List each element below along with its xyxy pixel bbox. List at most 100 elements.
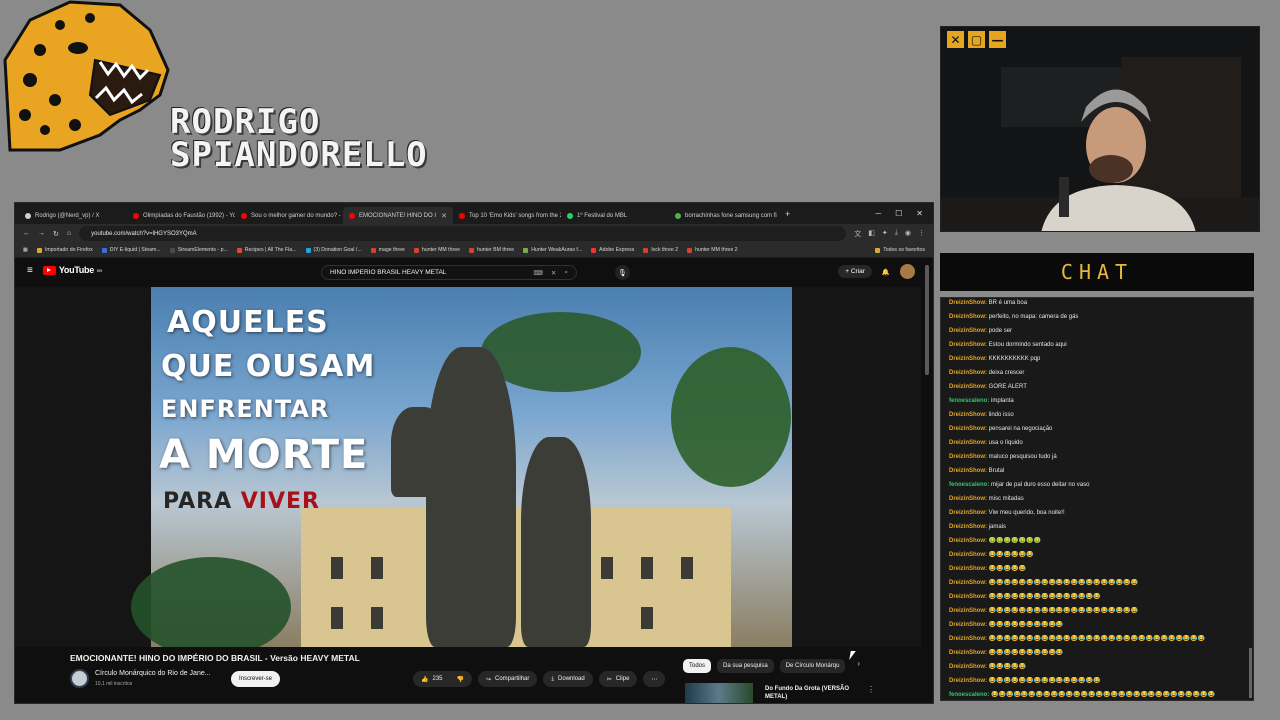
address-bar[interactable]: youtube.com/watch?v=lHGYSO3YQmA [79, 226, 847, 241]
recommended-video-thumbnail[interactable] [685, 683, 753, 703]
bookmark-label: hunter MM three [421, 247, 460, 253]
maximize-window-icon[interactable]: ☐ [895, 209, 902, 218]
bookmark-item[interactable]: StreamElements - p... [169, 247, 228, 253]
bookmark-item[interactable]: Adobe Express [591, 247, 634, 253]
more-actions-button[interactable]: ⋯ [643, 671, 666, 687]
chat-message: DreizinShow: 😂😂😂😂😂 [949, 565, 1245, 579]
translate-icon[interactable]: 文 [854, 229, 861, 239]
create-button[interactable]: + Criar [838, 265, 872, 278]
browser-tab[interactable]: 1º Festival do MBL [561, 207, 669, 224]
bookmark-item[interactable]: Recipes | All The Fla... [236, 247, 297, 253]
forward-icon[interactable]: → [38, 230, 45, 237]
youtube-icon [241, 212, 247, 219]
chip-all[interactable]: Todos [683, 659, 712, 673]
subscriber-count: 10,1 mil inscritos [95, 681, 133, 687]
chip-from-search[interactable]: Da sua pesquisa [717, 659, 774, 673]
chat-message: DreizinShow: 😂😂😂😂😂😂😂😂😂😂😂😂😂😂😂 [949, 593, 1245, 607]
chat-text: pensarei na negociação [987, 426, 1053, 432]
close-window-icon[interactable]: ✕ [916, 209, 923, 218]
youtube-play-icon [42, 265, 56, 275]
chat-message: DreizinShow: Estou dormindo sentado aqui [949, 341, 1245, 355]
like-button[interactable]: 👍 235 👎 [413, 671, 472, 687]
channel-avatar[interactable] [70, 669, 89, 688]
bookmark-favicon-icon [101, 247, 107, 253]
bookmark-favicon-icon [305, 247, 311, 253]
bookmark-item[interactable]: (3) Donation Goal /... [305, 247, 362, 253]
chat-text: 😂😂😂😂😂😂😂😂😂😂😂😂😂😂😂😂😂😂😂😂 [987, 580, 1139, 586]
keyboard-icon[interactable]: ⌨ [534, 269, 543, 277]
browser-tab[interactable]: Sou o melhor gamer do mundo? - [235, 207, 343, 224]
search-icon[interactable]: ⌕ [564, 269, 568, 277]
chat-message: DreizinShow: pode ser [949, 327, 1245, 341]
bookmark-favicon-icon [643, 247, 649, 253]
chat-username: DreizinShow: [949, 468, 988, 474]
chat-username: fenoescaleno: [949, 692, 990, 698]
chat-text: 😂😂😂😂😂 [987, 664, 1027, 670]
youtube-icon [133, 212, 139, 219]
bookmark-item[interactable]: mage three [370, 247, 405, 253]
bookmark-item[interactable]: hunter BM three [468, 247, 514, 253]
palm-tree-graphic [131, 557, 291, 647]
extension-icon[interactable]: ◧ [868, 229, 875, 239]
more-vertical-icon[interactable]: ⋮ [867, 685, 875, 694]
back-icon[interactable]: ← [23, 230, 30, 237]
download-button[interactable]: ⤓ Download [543, 671, 593, 687]
webcam-window-controls: ✕ ▢ — [941, 27, 1259, 53]
window-graphic [331, 607, 343, 629]
bookmark-label: lock three 2 [651, 247, 679, 253]
bookmark-item[interactable]: Importado do Firefox [36, 247, 93, 253]
chat-message: DreizinShow: 😂😂😂😂😂😂😂😂😂😂😂😂😂😂😂😂😂😂😂😂 [949, 579, 1245, 593]
bookmark-favicon-icon [413, 247, 419, 253]
new-tab-icon[interactable]: + [777, 209, 798, 219]
browser-tab[interactable]: Top 10 'Emo Kids' songs from the 2 [453, 207, 561, 224]
chat-text: perfeito, no mapa: camera de gás [987, 314, 1079, 320]
chat-username: DreizinShow: [949, 636, 988, 642]
youtube-logo[interactable]: YouTube BR [42, 265, 102, 275]
browser-tab[interactable]: Olimpíadas do Faustão (1992) - You [127, 207, 235, 224]
apps-icon[interactable]: ▦ [23, 247, 28, 253]
avatar[interactable] [900, 264, 915, 279]
subscribe-button[interactable]: Inscrever-se [231, 671, 281, 687]
hamburger-menu-icon[interactable]: ≡ [27, 265, 33, 276]
microphone-icon[interactable]: 🎙 [615, 265, 630, 280]
channel-name[interactable]: Círculo Monárquico do Rio de Jane... [95, 670, 211, 677]
bookmark-item[interactable]: hunter MM three 2 [687, 247, 738, 253]
bookmark-item[interactable]: Hunter WeakAuras f... [523, 247, 582, 253]
search-input[interactable]: HINO IMPERIO BRASIL HEAVY METAL ⌨ ✕ ⌕ [321, 265, 577, 280]
close-tab-icon[interactable]: ✕ [441, 212, 447, 220]
thumbs-down-icon[interactable]: 👎 [457, 676, 464, 683]
chat-username: DreizinShow: [949, 440, 988, 446]
chat-text: jamais [987, 524, 1007, 530]
chevron-right-icon[interactable]: › [857, 659, 860, 673]
chip-from-channel[interactable]: De Círculo Monárqu [779, 659, 846, 673]
bookmark-item[interactable]: lock three 2 [643, 247, 678, 253]
profile-icon[interactable]: ◉ [905, 229, 911, 239]
home-icon[interactable]: ⌂ [67, 230, 71, 237]
puzzle-icon[interactable]: ✦ [882, 229, 888, 239]
clip-button[interactable]: ✂ Clipe [598, 671, 638, 687]
bookmark-item[interactable]: hunter MM three [413, 247, 460, 253]
chat-text: 😂😂😂😂😂😂😂😂😂😂 [987, 622, 1064, 628]
chat-message: DreizinShow: 😂😂😂😂😂😂 [949, 551, 1245, 565]
url-text: youtube.com/watch?v=lHGYSO3YQmA [91, 230, 197, 237]
chat-message: fenoescaleno: 😂😂😂😂😂😂😂😂😂😂😂😂😂😂😂😂😂😂😂😂😂😂😂😂😂😂… [949, 691, 1245, 700]
page-scrollbar[interactable] [925, 265, 929, 375]
chat-panel[interactable]: DreizinShow: BR é uma boa DreizinShow: pe… [940, 297, 1254, 701]
bookmark-item[interactable]: DIY E-liquid | Steam... [101, 247, 161, 253]
clear-search-icon[interactable]: ✕ [551, 269, 556, 277]
chat-message: DreizinShow: 😂😂😂😂😂 [949, 663, 1245, 677]
reload-icon[interactable]: ↻ [53, 230, 59, 238]
browser-tab[interactable]: borrachinhas fone samsung com fi [669, 207, 777, 224]
minimize-window-icon[interactable]: ─ [875, 209, 881, 218]
notifications-bell-icon[interactable]: 🔔 [882, 268, 890, 276]
browser-tab[interactable]: Rodrigo (@Nerd_vp) / X [19, 207, 127, 224]
chat-scrollbar[interactable] [1249, 648, 1252, 698]
address-row: ← → ↻ ⌂ youtube.com/watch?v=lHGYSO3YQmA … [15, 224, 933, 243]
all-bookmarks[interactable]: Todos os favoritos [875, 247, 925, 253]
video-player[interactable]: AQUELES QUE OUSAM ENFRENTAR A MORTE PARA… [15, 287, 921, 647]
recommended-video-title[interactable]: Do Fundo Da Grota (VERSÃO METAL) [765, 685, 865, 701]
menu-icon[interactable]: ⋮ [918, 229, 925, 239]
download-icon[interactable]: ⤓ [895, 229, 898, 239]
browser-tab[interactable]: EMOCIONANTE! HINO DO I ✕ [343, 207, 453, 224]
share-button[interactable]: ↪ Compartilhar [477, 671, 538, 687]
